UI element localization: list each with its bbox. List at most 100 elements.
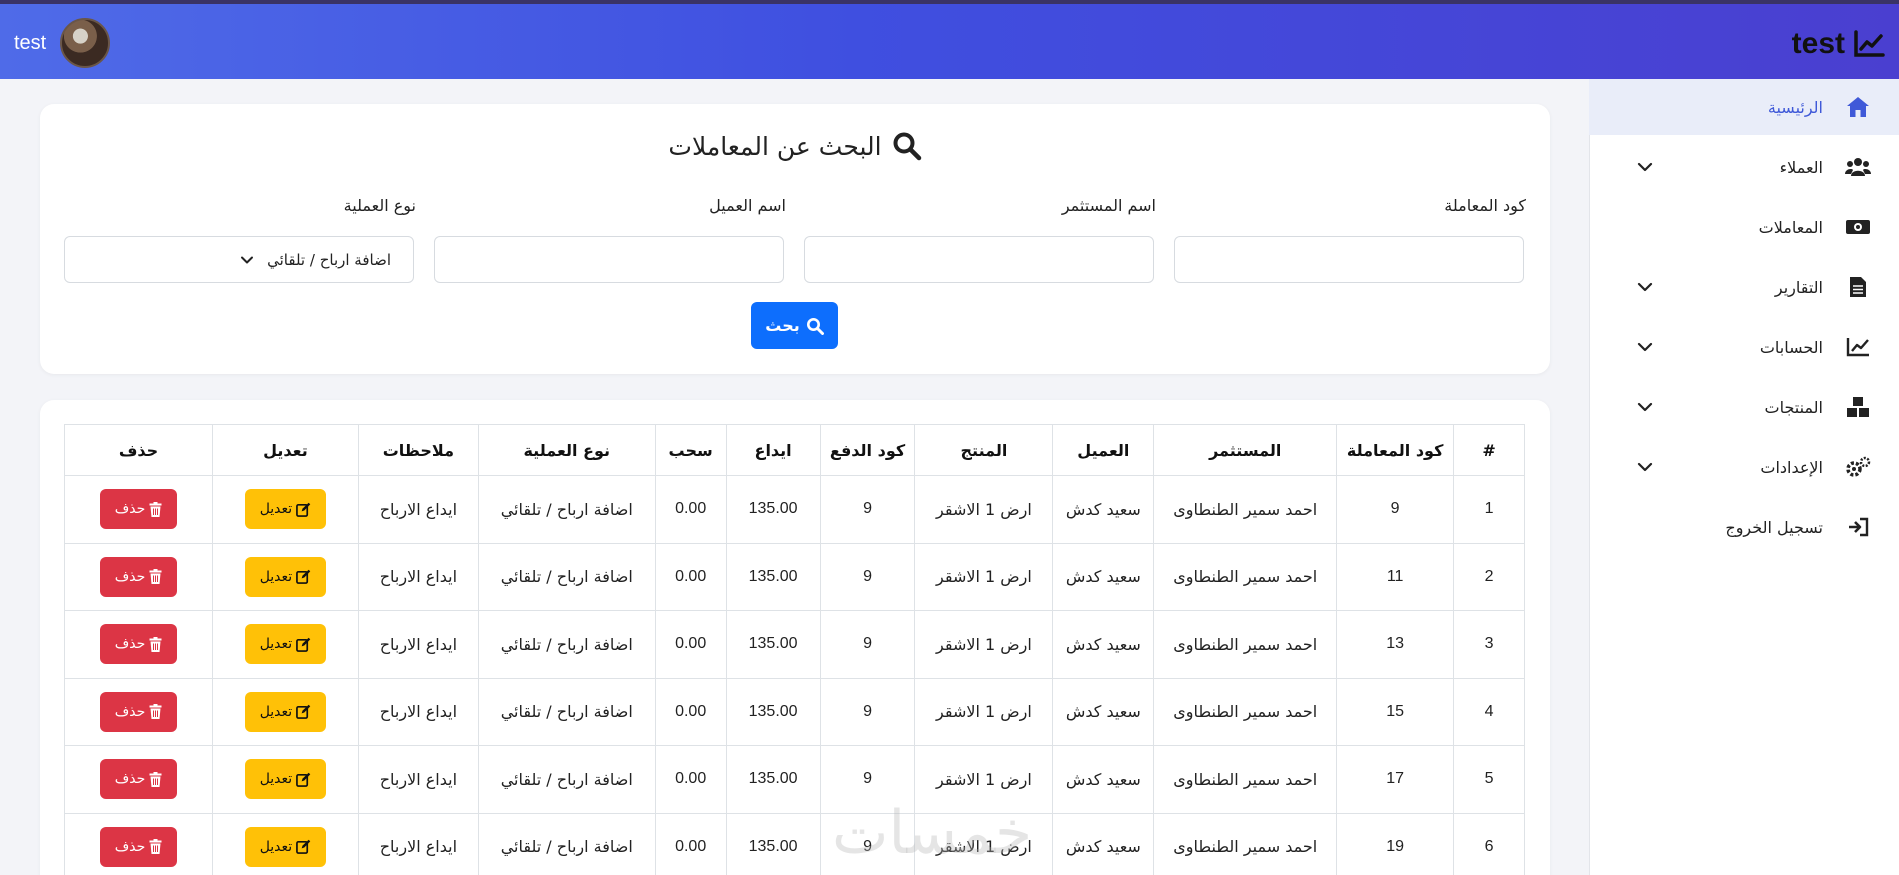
delete-button-label: حذف (114, 568, 146, 585)
op-type-value: اضافة ارباح / تلقائي (267, 250, 391, 269)
column-header: المستثمر (1153, 424, 1338, 476)
brand-logo[interactable]: test (1792, 24, 1885, 64)
table-cell: ايداع الارباح (357, 542, 479, 611)
edit-button[interactable]: تعديل (244, 489, 326, 530)
edit-icon (296, 705, 311, 720)
table-cell: احمد سمير الطنطاوى (1153, 812, 1338, 875)
edit-cell: تعديل (211, 745, 359, 814)
sidebar: الرئيسية العملاء المعاملات التقارير الحس… (1589, 79, 1899, 875)
table-cell: 3 (1453, 610, 1525, 679)
avatar[interactable] (60, 18, 111, 68)
edit-icon (296, 637, 311, 652)
chevron-down-icon[interactable] (1635, 277, 1655, 297)
sidebar-item-products[interactable]: المنتجات (1589, 379, 1899, 435)
table-cell: سعيد كدش (1052, 610, 1155, 679)
delete-button[interactable]: حذف (99, 556, 177, 597)
edit-button[interactable]: تعديل (244, 691, 326, 732)
sidebar-item-label: التقارير (1774, 277, 1823, 297)
logout-icon (1843, 512, 1873, 542)
delete-button[interactable]: حذف (99, 826, 177, 867)
delete-button[interactable]: حذف (99, 691, 177, 732)
search-title: البحث عن المعاملات (40, 124, 1550, 168)
table-cell: 135.00 (725, 677, 821, 746)
table-cell: احمد سمير الطنطاوى (1153, 677, 1338, 746)
edit-button-label: تعديل (259, 636, 293, 653)
delete-cell: حذف (64, 542, 213, 611)
table-cell: 135.00 (725, 745, 821, 814)
table-header-row: # كود المعاملة المستثمر العميل المنتج كود الد… (64, 424, 1525, 476)
edit-button[interactable]: تعديل (244, 556, 326, 597)
search-title-text: البحث عن المعاملات (668, 131, 882, 161)
table-cell: ايداع الارباح (357, 475, 479, 544)
sidebar-item-transactions[interactable]: المعاملات (1589, 199, 1899, 255)
table-cell: ارض 1 الاشقر (914, 745, 1054, 814)
edit-button-label: تعديل (259, 568, 293, 585)
table-row: 4 15 احمد سمير الطنطاوى سعيد كدش ارض 1 الاشق… (64, 677, 1525, 746)
table-cell: اضافة ارباح / تلقائي (477, 475, 656, 544)
delete-button[interactable]: حذف (99, 759, 177, 800)
chart-line-icon (1843, 332, 1873, 362)
edit-button-label: تعديل (259, 501, 293, 518)
column-header: # (1453, 424, 1525, 476)
table-cell: ارض 1 الاشقر (914, 610, 1054, 679)
edit-icon (296, 570, 311, 585)
table-cell: 0.00 (654, 745, 727, 814)
chevron-down-icon[interactable] (1635, 157, 1655, 177)
users-icon (1843, 152, 1873, 182)
sidebar-item-clients[interactable]: العملاء (1589, 139, 1899, 195)
edit-button-label: تعديل (259, 703, 293, 720)
chevron-down-icon[interactable] (1635, 397, 1655, 417)
table-row: 3 13 احمد سمير الطنطاوى سعيد كدش ارض 1 الاشق… (64, 610, 1525, 679)
edit-button[interactable]: تعديل (244, 624, 326, 665)
table-cell: 15 (1336, 677, 1455, 746)
edit-button[interactable]: تعديل (244, 759, 326, 800)
code-label: كود المعاملة (1444, 196, 1526, 215)
table-cell: 0.00 (654, 812, 727, 875)
edit-button-label: تعديل (259, 838, 293, 855)
chevron-down-icon[interactable] (1635, 337, 1655, 357)
column-header: سحب (654, 424, 727, 476)
table-cell: ايداع الارباح (357, 745, 479, 814)
sidebar-item-label: الحسابات (1759, 337, 1823, 357)
sidebar-item-logout[interactable]: تسجيل الخروج (1589, 499, 1899, 555)
op-type-label: نوع العملية (343, 196, 416, 215)
column-header: كود الدفع (819, 424, 916, 476)
table-cell: 9 (819, 745, 916, 814)
column-header: تعديل (211, 424, 359, 476)
table-cell: 9 (1336, 475, 1455, 544)
brand-name: test (1791, 27, 1845, 60)
table-cell: 0.00 (654, 542, 727, 611)
edit-button[interactable]: تعديل (244, 826, 326, 867)
table-cell: 9 (819, 542, 916, 611)
investor-input[interactable] (804, 236, 1154, 283)
sidebar-item-label: العملاء (1779, 157, 1823, 177)
sidebar-item-reports[interactable]: التقارير (1589, 259, 1899, 315)
delete-cell: حذف (64, 812, 213, 875)
table-cell: 0.00 (654, 610, 727, 679)
chevron-down-icon[interactable] (1635, 457, 1655, 477)
op-type-select[interactable]: اضافة ارباح / تلقائي (64, 236, 414, 283)
sidebar-item-settings[interactable]: الإعدادات (1589, 439, 1899, 495)
table-cell: 4 (1453, 677, 1525, 746)
delete-button[interactable]: حذف (99, 624, 177, 665)
delete-cell: حذف (64, 745, 213, 814)
edit-cell: تعديل (211, 610, 359, 679)
sidebar-item-home[interactable]: الرئيسية (1589, 79, 1899, 135)
user-menu[interactable]: test (14, 18, 111, 68)
table-cell: سعيد كدش (1052, 812, 1155, 875)
search-button[interactable]: بحث (751, 302, 838, 349)
chart-line-icon (1854, 30, 1885, 57)
client-input[interactable] (434, 236, 784, 283)
delete-button-label: حذف (114, 703, 146, 720)
table-cell: ارض 1 الاشقر (914, 475, 1054, 544)
table-cell: ايداع الارباح (357, 677, 479, 746)
client-label: اسم العميل (709, 196, 786, 215)
code-input[interactable] (1174, 236, 1524, 283)
column-header: ايداع (725, 424, 821, 476)
sidebar-item-accounts[interactable]: الحسابات (1589, 319, 1899, 375)
table-cell: اضافة ارباح / تلقائي (477, 542, 656, 611)
delete-button[interactable]: حذف (99, 489, 177, 530)
investor-label: اسم المستثمر (1061, 196, 1156, 215)
delete-cell: حذف (64, 677, 213, 746)
table-cell: 9 (819, 812, 916, 875)
